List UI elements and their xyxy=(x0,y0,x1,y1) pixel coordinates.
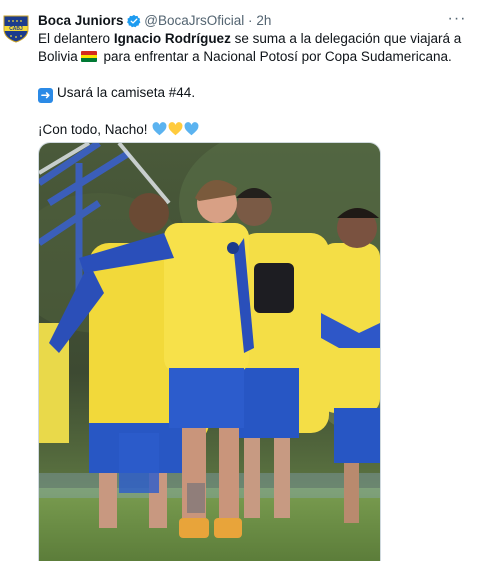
tweet-line-4: ¡Con todo, Nacho! xyxy=(38,121,463,139)
line2-prefix: Bolivia xyxy=(38,49,78,64)
line2-suffix: para enfrentar a Nacional Potosí por Cop… xyxy=(99,49,452,64)
line1-prefix: El delantero xyxy=(38,31,114,46)
blue-heart-icon xyxy=(184,122,199,136)
tweet-timestamp[interactable]: 2h xyxy=(256,13,271,28)
tweet-header: Boca Juniors @BocaJrsOficial · 2h xyxy=(38,12,477,30)
line1-suffix: se suma a la delegación que viajará a xyxy=(230,31,462,46)
line3-text: Usará la camiseta #44. xyxy=(57,85,196,100)
more-icon[interactable]: ··· xyxy=(447,11,467,28)
training-photo-image xyxy=(39,143,380,561)
tweet-line-2: Bolivia para enfrentar a Nacional Potosí… xyxy=(38,48,463,66)
separator-dot: · xyxy=(248,13,253,28)
player-name: Ignacio Rodríguez xyxy=(113,31,231,46)
line4-text: ¡Con todo, Nacho! xyxy=(38,122,148,137)
tweet-text: El delantero Ignacio Rodríguez se suma a… xyxy=(38,30,463,139)
blue-heart-icon xyxy=(152,122,167,136)
tweet-line-1: El delantero Ignacio Rodríguez se suma a… xyxy=(38,30,463,48)
right-arrow-icon: ➜ xyxy=(38,88,53,103)
yellow-heart-icon xyxy=(168,122,183,136)
bolivia-flag-icon xyxy=(80,51,97,62)
tweet-line-3: ➜ Usará la camiseta #44. xyxy=(38,84,463,103)
avatar[interactable]: CABJ xyxy=(3,15,29,43)
boca-crest-icon: CABJ xyxy=(3,15,29,43)
author-name[interactable]: Boca Juniors xyxy=(38,13,124,28)
author-handle[interactable]: @BocaJrsOficial xyxy=(144,13,244,28)
avatar-text: CABJ xyxy=(9,26,23,32)
tweet-photo[interactable] xyxy=(38,142,381,561)
